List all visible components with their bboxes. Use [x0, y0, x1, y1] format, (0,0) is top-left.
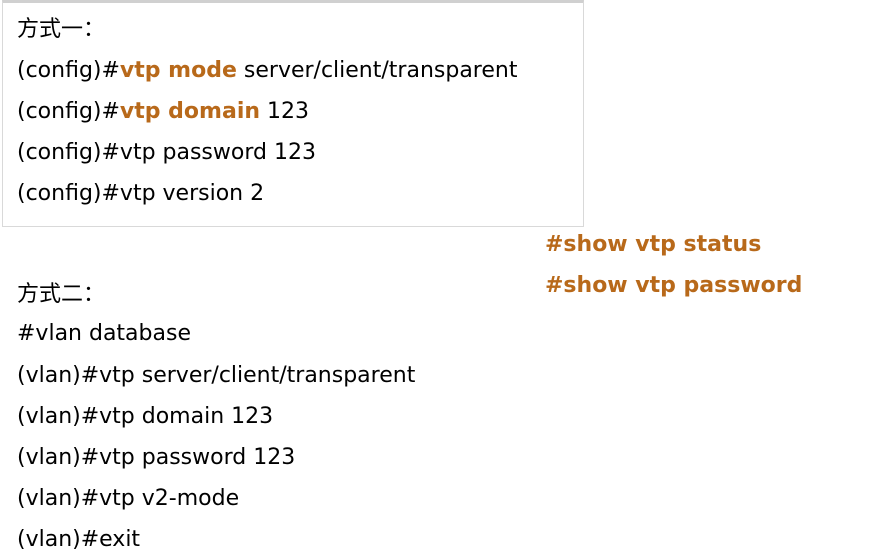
- line-prefix: (config)#: [17, 99, 120, 124]
- method2-line-2: (vlan)#vtp server/client/transparent: [17, 363, 416, 388]
- line-rest: 123: [260, 99, 310, 124]
- method1-line-3: (config)#vtp password 123: [17, 139, 316, 167]
- method2-line-1: #vlan database: [17, 321, 191, 346]
- method2-line-3: (vlan)#vtp domain 123: [17, 404, 274, 429]
- line-prefix: (config)#: [17, 181, 120, 206]
- method2-line-5: (vlan)#vtp v2-mode: [17, 486, 240, 511]
- method1-line-1: (config)#vtp mode server/client/transpar…: [17, 57, 517, 85]
- method2-line-6: (vlan)#exit: [17, 527, 141, 552]
- line-prefix: (config)#: [17, 58, 120, 83]
- highlight-command: vtp domain: [119, 99, 261, 124]
- show-vtp-password: #show vtp password: [545, 273, 803, 298]
- highlight-command: vtp mode: [119, 58, 237, 83]
- method2-heading: 方式二：: [17, 282, 106, 307]
- line-rest: vtp version 2: [119, 181, 265, 206]
- line-rest: vtp password 123: [119, 140, 316, 165]
- show-vtp-status: #show vtp status: [545, 232, 762, 257]
- method2-line-4: (vlan)#vtp password 123: [17, 445, 296, 470]
- line-rest: server/client/transparent: [236, 58, 518, 83]
- line-prefix: (config)#: [17, 140, 120, 165]
- method1-line-2: (config)#vtp domain 123: [17, 98, 309, 126]
- method1-heading: 方式一：: [17, 17, 106, 42]
- method1-line-4: (config)#vtp version 2: [17, 180, 264, 208]
